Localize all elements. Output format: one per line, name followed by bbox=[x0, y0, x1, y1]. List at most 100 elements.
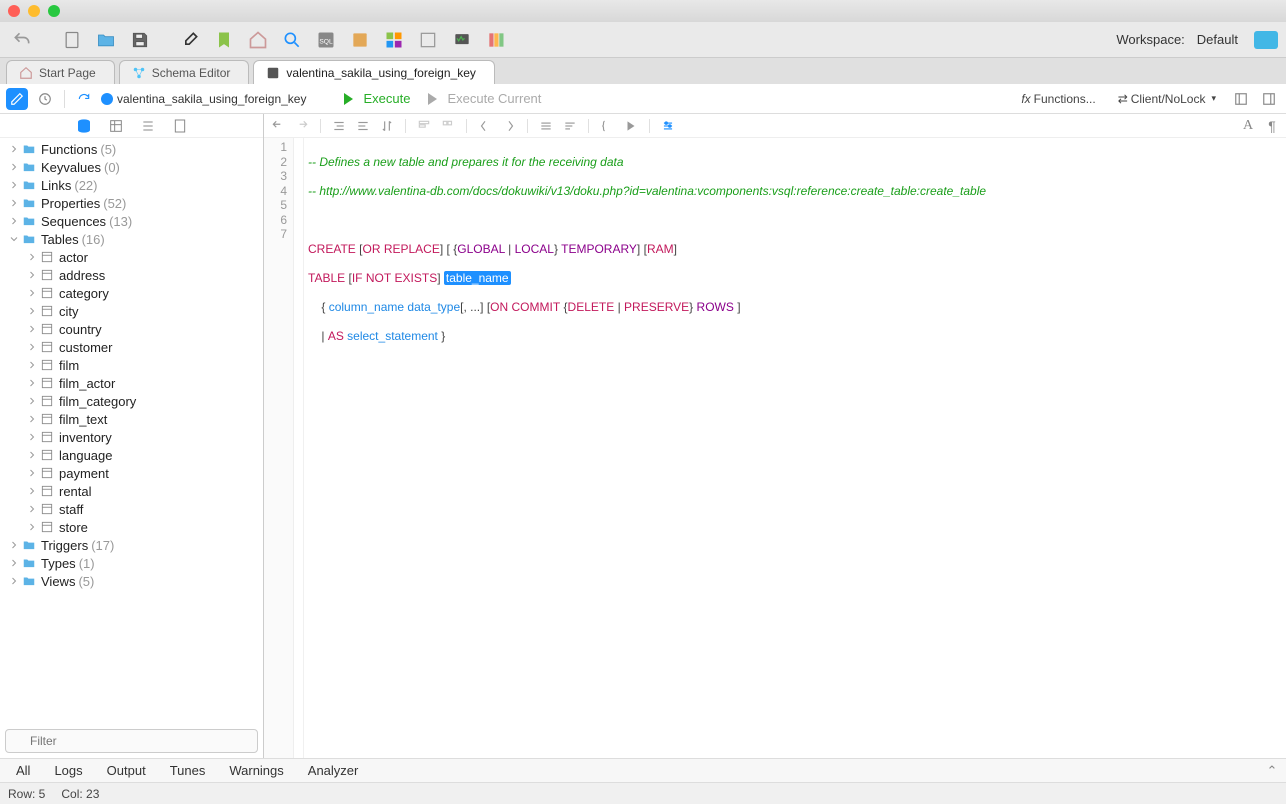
close-window-button[interactable] bbox=[8, 5, 20, 17]
schema-tree[interactable]: Functions(5)Keyvalues(0)Links(22)Propert… bbox=[0, 138, 263, 724]
tree-group[interactable]: Functions(5) bbox=[0, 140, 263, 158]
minimize-window-button[interactable] bbox=[28, 5, 40, 17]
tree-table-item[interactable]: actor bbox=[0, 248, 263, 266]
play-icon bbox=[428, 93, 443, 105]
pilcrow-icon[interactable]: ¶ bbox=[1264, 118, 1280, 134]
sidebar-tab-doc-icon[interactable] bbox=[171, 117, 189, 135]
database-breadcrumb[interactable]: valentina_sakila_using_foreign_key bbox=[101, 92, 306, 106]
save-icon[interactable] bbox=[126, 26, 154, 54]
tree-table-item[interactable]: category bbox=[0, 284, 263, 302]
schema-icon bbox=[132, 66, 146, 80]
collapse-icon[interactable]: ⌃ bbox=[1262, 763, 1282, 779]
secondary-toolbar: valentina_sakila_using_foreign_key Execu… bbox=[0, 84, 1286, 114]
braces-icon[interactable] bbox=[599, 118, 615, 134]
panel-right-icon[interactable] bbox=[1258, 88, 1280, 110]
sql-icon[interactable]: SQL bbox=[312, 26, 340, 54]
sidebar-tab-list-icon[interactable] bbox=[139, 117, 157, 135]
tab-label: Start Page bbox=[39, 66, 96, 80]
lock-mode-button[interactable]: ⇄ Client/NoLock▾ bbox=[1110, 92, 1224, 106]
tab-start-page[interactable]: Start Page bbox=[6, 60, 115, 84]
indent-right-icon[interactable] bbox=[355, 118, 371, 134]
tree-table-item[interactable]: film_category bbox=[0, 392, 263, 410]
tree-group[interactable]: Tables(16) bbox=[0, 230, 263, 248]
bottom-tab[interactable]: Warnings bbox=[217, 759, 295, 783]
code-area[interactable]: 1234567 -- Defines a new table and prepa… bbox=[264, 138, 1286, 758]
sidebar-tab-table-icon[interactable] bbox=[107, 117, 125, 135]
comment-icon[interactable] bbox=[538, 118, 554, 134]
panel-left-icon[interactable] bbox=[1230, 88, 1252, 110]
redo-icon[interactable] bbox=[294, 118, 310, 134]
tree-group[interactable]: Properties(52) bbox=[0, 194, 263, 212]
play-icon bbox=[344, 93, 359, 105]
clock-icon[interactable] bbox=[34, 88, 56, 110]
editor-panel: A ¶ 1234567 -- Defines a new table and p… bbox=[264, 114, 1286, 758]
edit-mode-icon[interactable] bbox=[6, 88, 28, 110]
bottom-tab[interactable]: Tunes bbox=[158, 759, 218, 783]
open-folder-icon[interactable] bbox=[92, 26, 120, 54]
filter-input[interactable] bbox=[5, 729, 258, 753]
tree-group[interactable]: Links(22) bbox=[0, 176, 263, 194]
bottom-tab[interactable]: Logs bbox=[42, 759, 94, 783]
tab-label: valentina_sakila_using_foreign_key bbox=[286, 66, 475, 80]
tree-table-item[interactable]: film_actor bbox=[0, 374, 263, 392]
tree-table-item[interactable]: rental bbox=[0, 482, 263, 500]
books-icon[interactable] bbox=[482, 26, 510, 54]
tree-group[interactable]: Keyvalues(0) bbox=[0, 158, 263, 176]
shift-right-icon[interactable] bbox=[501, 118, 517, 134]
home-icon[interactable] bbox=[244, 26, 272, 54]
editor-toolbar: A ¶ bbox=[264, 114, 1286, 138]
status-bar: Row: 5 Col: 23 bbox=[0, 782, 1286, 804]
chat-icon[interactable] bbox=[1254, 31, 1278, 49]
monitor-icon[interactable] bbox=[448, 26, 476, 54]
tree-table-item[interactable]: city bbox=[0, 302, 263, 320]
bottom-tab[interactable]: All bbox=[4, 759, 42, 783]
tree-table-item[interactable]: store bbox=[0, 518, 263, 536]
status-col: Col: 23 bbox=[61, 787, 99, 801]
tree-table-item[interactable]: film bbox=[0, 356, 263, 374]
tree-group[interactable]: Triggers(17) bbox=[0, 536, 263, 554]
tree-table-item[interactable]: address bbox=[0, 266, 263, 284]
refresh-icon[interactable] bbox=[73, 88, 95, 110]
bottom-tab[interactable]: Analyzer bbox=[296, 759, 371, 783]
tree-table-item[interactable]: film_text bbox=[0, 410, 263, 428]
bookmark-icon[interactable] bbox=[210, 26, 238, 54]
window-icon[interactable] bbox=[414, 26, 442, 54]
workspace-value[interactable]: Default bbox=[1197, 32, 1238, 47]
shift-left-icon[interactable] bbox=[477, 118, 493, 134]
tree-group[interactable]: Sequences(13) bbox=[0, 212, 263, 230]
tab-label: Schema Editor bbox=[152, 66, 231, 80]
new-file-icon[interactable] bbox=[58, 26, 86, 54]
tree-table-item[interactable]: payment bbox=[0, 464, 263, 482]
sort-icon[interactable] bbox=[379, 118, 395, 134]
indent-left-icon[interactable] bbox=[331, 118, 347, 134]
tab-sql-file[interactable]: valentina_sakila_using_foreign_key bbox=[253, 60, 494, 84]
tree-group[interactable]: Views(5) bbox=[0, 572, 263, 590]
undo-icon[interactable] bbox=[8, 26, 36, 54]
uncomment-icon[interactable] bbox=[562, 118, 578, 134]
script-icon[interactable] bbox=[346, 26, 374, 54]
blocks-icon[interactable] bbox=[380, 26, 408, 54]
search-db-icon[interactable] bbox=[278, 26, 306, 54]
tree-table-item[interactable]: language bbox=[0, 446, 263, 464]
eyedropper-icon[interactable] bbox=[176, 26, 204, 54]
font-icon[interactable]: A bbox=[1240, 118, 1256, 134]
bottom-tab[interactable]: Output bbox=[95, 759, 158, 783]
tree-table-item[interactable]: country bbox=[0, 320, 263, 338]
undo-icon[interactable] bbox=[270, 118, 286, 134]
sidebar-tab-db-icon[interactable] bbox=[75, 117, 93, 135]
tree-group[interactable]: Types(1) bbox=[0, 554, 263, 572]
settings-icon[interactable] bbox=[660, 118, 676, 134]
tree-table-item[interactable]: staff bbox=[0, 500, 263, 518]
maximize-window-button[interactable] bbox=[48, 5, 60, 17]
workspace-label: Workspace: bbox=[1116, 32, 1184, 47]
format-icon[interactable] bbox=[416, 118, 432, 134]
tab-schema-editor[interactable]: Schema Editor bbox=[119, 60, 250, 84]
tree-table-item[interactable]: inventory bbox=[0, 428, 263, 446]
execute-button[interactable]: Execute bbox=[338, 91, 416, 106]
functions-button[interactable]: fx Functions... bbox=[1013, 92, 1103, 106]
sql-file-icon bbox=[266, 66, 280, 80]
format2-icon[interactable] bbox=[440, 118, 456, 134]
play-small-icon[interactable] bbox=[623, 118, 639, 134]
code-content[interactable]: -- Defines a new table and prepares it f… bbox=[304, 138, 1286, 758]
tree-table-item[interactable]: customer bbox=[0, 338, 263, 356]
